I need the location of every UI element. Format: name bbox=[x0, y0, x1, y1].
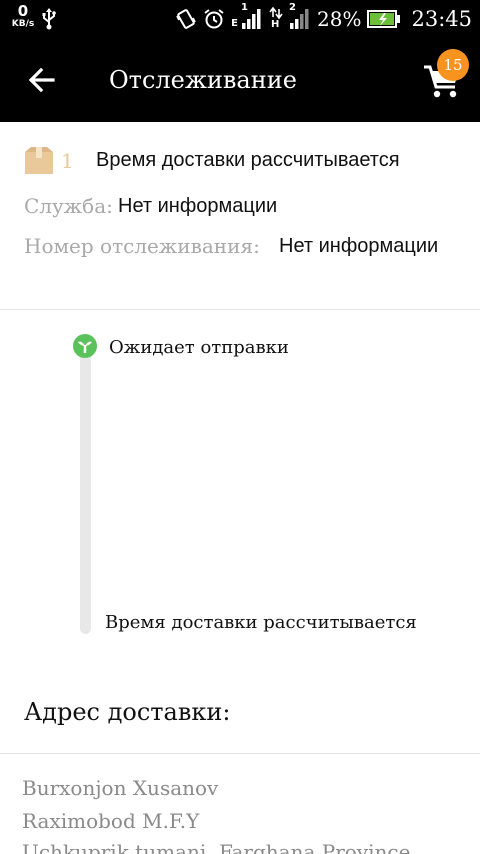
app-toolbar: Отслеживание 15 bbox=[0, 38, 480, 122]
timeline-step-label: Время доставки рассчитывается bbox=[105, 612, 417, 633]
usb-icon bbox=[41, 8, 57, 34]
tracking-summary: 1 Время доставки рассчитывается Служба: … bbox=[0, 122, 480, 310]
address-line: Burxonjon Xusanov bbox=[22, 776, 219, 800]
package-count: 1 bbox=[61, 149, 74, 173]
service-value: Нет информации bbox=[118, 195, 278, 217]
sim1-index: 1 bbox=[241, 2, 248, 13]
divider bbox=[0, 753, 480, 754]
page-title: Отслеживание bbox=[109, 66, 297, 94]
back-arrow-icon bbox=[28, 67, 55, 93]
alarm-icon bbox=[203, 8, 225, 30]
status-bar: 0 KB/s E 1 H 2 28% 23:45 bbox=[0, 0, 480, 38]
data-transfer-icon: H bbox=[269, 7, 283, 31]
service-label: Служба: bbox=[24, 194, 113, 218]
network-speed: 0 KB/s bbox=[9, 2, 37, 30]
back-button[interactable] bbox=[26, 64, 58, 96]
sim2-network-type: H bbox=[271, 19, 280, 30]
battery-percent: 28% bbox=[317, 7, 362, 31]
tracking-number-label: Номер отслеживания: bbox=[24, 234, 260, 258]
timeline-active-dot-icon bbox=[73, 334, 97, 358]
vibrate-icon bbox=[175, 8, 197, 30]
network-speed-unit: KB/s bbox=[11, 19, 35, 29]
package-row: 1 bbox=[24, 146, 74, 176]
delivery-address-heading: Адрес доставки: bbox=[24, 698, 231, 726]
sim1-network-type: E bbox=[231, 18, 239, 29]
clock: 23:45 bbox=[411, 7, 472, 31]
package-status: Время доставки рассчитывается bbox=[96, 149, 400, 171]
network-speed-value: 0 bbox=[17, 2, 29, 20]
tracking-number-value: Нет информации bbox=[279, 235, 439, 257]
battery-charging-icon bbox=[367, 9, 401, 29]
sim1-signal-icon: 1 bbox=[241, 2, 263, 31]
timeline-track bbox=[80, 352, 91, 634]
timeline-step-label: Ожидает отправки bbox=[109, 337, 289, 358]
cart-count-badge: 15 bbox=[437, 49, 469, 81]
address-line: Uchkuprik tumani, Farghana Province bbox=[22, 840, 411, 854]
address-line: Raximobod M.F.Y bbox=[22, 809, 200, 833]
sim2-signal-icon: 2 bbox=[289, 2, 311, 31]
package-icon bbox=[25, 147, 53, 174]
sim2-index: 2 bbox=[289, 2, 296, 13]
